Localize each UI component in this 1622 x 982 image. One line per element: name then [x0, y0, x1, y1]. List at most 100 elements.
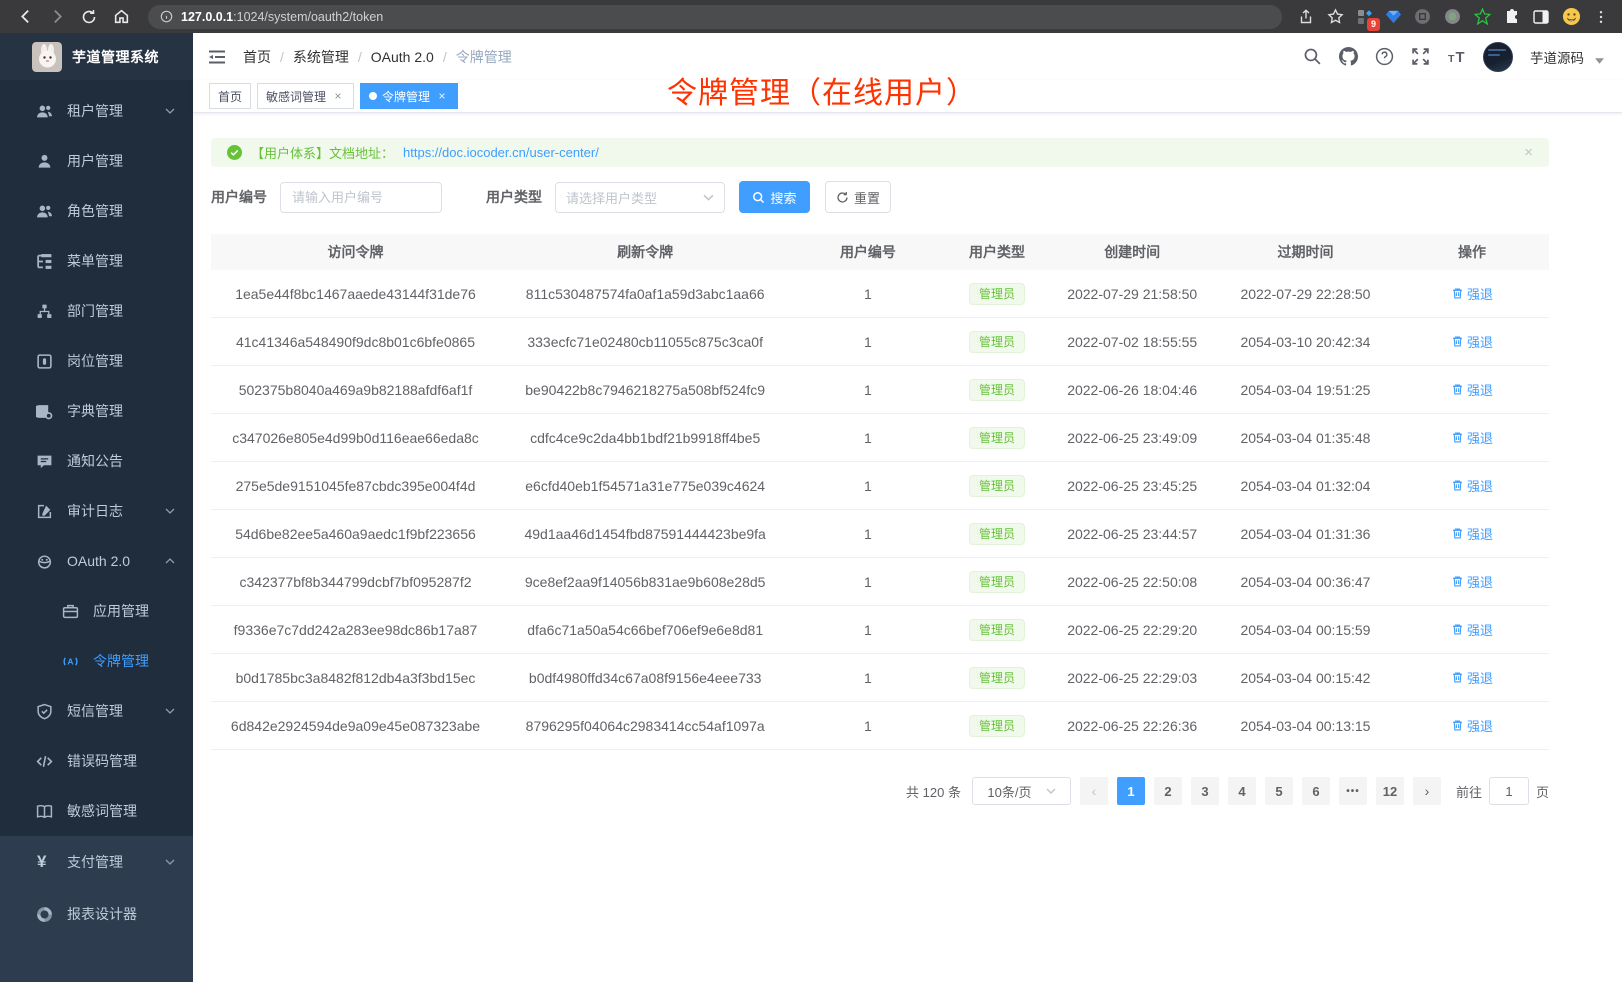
share-icon[interactable] [1298, 9, 1314, 25]
sidebar-item-error-codes[interactable]: 错误码管理 [0, 736, 193, 786]
breadcrumb-home[interactable]: 首页 [243, 47, 271, 67]
sidebar-item-sensitive-words[interactable]: 敏感词管理 [0, 786, 193, 836]
doc-link[interactable]: https://doc.iocoder.cn/user-center/ [403, 145, 599, 160]
force-logout-button[interactable]: 强退 [1451, 572, 1493, 591]
page-button-6[interactable]: 6 [1302, 777, 1330, 805]
search-button[interactable]: 搜索 [739, 181, 810, 213]
page-ellipsis-button[interactable]: ••• [1339, 777, 1367, 805]
help-icon[interactable] [1375, 47, 1394, 66]
tokens-table: 访问令牌 刷新令牌 用户编号 用户类型 创建时间 过期时间 操作 1ea5e44… [211, 234, 1549, 750]
github-icon[interactable] [1339, 47, 1358, 66]
browser-menu-icon[interactable] [1594, 10, 1608, 24]
created-time-cell: 2022-06-25 22:29:20 [1049, 622, 1216, 638]
sidebar-item-dictionary[interactable]: 字典管理 [0, 386, 193, 436]
sidebar-item-label: 部门管理 [67, 301, 123, 321]
page-button-4[interactable]: 4 [1228, 777, 1256, 805]
sidebar-item-roles[interactable]: 角色管理 [0, 186, 193, 236]
browser-forward-button[interactable] [44, 4, 70, 30]
prev-page-button[interactable]: ‹ [1080, 777, 1108, 805]
browser-back-button[interactable] [12, 4, 38, 30]
force-logout-button[interactable]: 强退 [1451, 668, 1493, 687]
access-token-cell: 54d6be82ee5a460a9aedc1f9bf223656 [211, 526, 500, 542]
sidebar-item-users[interactable]: 用户管理 [0, 136, 193, 186]
refresh-token-cell: e6cfd40eb1f54571a31e775e039c4624 [500, 478, 790, 494]
browser-home-button[interactable] [108, 4, 134, 30]
created-time-cell: 2022-06-25 22:26:36 [1049, 718, 1216, 734]
font-size-icon[interactable]: TT [1447, 47, 1466, 66]
username[interactable]: 芋道源码 [1530, 47, 1584, 67]
force-logout-button[interactable]: 强退 [1451, 332, 1493, 351]
sidebar-item-departments[interactable]: 部门管理 [0, 286, 193, 336]
next-page-button[interactable]: › [1413, 777, 1441, 805]
address-bar[interactable]: 127.0.0.1:1024/system/oauth2/token [148, 5, 1282, 29]
breadcrumb-oauth[interactable]: OAuth 2.0 [371, 49, 434, 65]
sidebar-toggle-icon[interactable] [1533, 9, 1549, 25]
force-logout-button[interactable]: 强退 [1451, 428, 1493, 447]
sidebar-item-app-management[interactable]: 应用管理 [0, 586, 193, 636]
page-size-select[interactable]: 10条/页 [972, 777, 1071, 805]
force-logout-label: 强退 [1467, 476, 1493, 495]
forward-arrow-icon [49, 8, 66, 25]
user-id-input[interactable] [280, 182, 442, 213]
command-extension-icon[interactable] [1414, 8, 1431, 25]
tab-sensitive-words[interactable]: 敏感词管理 × [257, 83, 354, 109]
actions-cell: 强退 [1395, 332, 1549, 351]
tab-close-icon[interactable]: × [331, 89, 345, 103]
fullscreen-icon[interactable] [1411, 47, 1430, 66]
page-button-12[interactable]: 12 [1376, 777, 1404, 805]
search-icon[interactable] [1303, 47, 1322, 66]
sidebar-item-posts[interactable]: 岗位管理 [0, 336, 193, 386]
sidebar-item-label: 审计日志 [67, 501, 123, 521]
expire-time-cell: 2022-07-29 22:28:50 [1216, 286, 1395, 302]
sidebar-item-token-management[interactable]: A 令牌管理 [0, 636, 193, 686]
goto-page-input[interactable] [1489, 777, 1529, 805]
alert-close-icon[interactable]: × [1524, 145, 1533, 160]
page-button-2[interactable]: 2 [1154, 777, 1182, 805]
sidebar-item-tenant[interactable]: 租户管理 [0, 86, 193, 136]
success-check-icon [227, 145, 242, 160]
page-button-3[interactable]: 3 [1191, 777, 1219, 805]
star-extension-icon[interactable] [1474, 8, 1491, 25]
user-type-select[interactable]: 请选择用户类型 [555, 182, 725, 213]
force-logout-button[interactable]: 强退 [1451, 476, 1493, 495]
trash-icon [1451, 671, 1464, 684]
sidebar-item-payment[interactable]: ¥ 支付管理 [0, 836, 193, 888]
created-time-cell: 2022-06-26 18:04:46 [1049, 382, 1216, 398]
breadcrumb-system[interactable]: 系统管理 [293, 47, 349, 67]
force-logout-label: 强退 [1467, 284, 1493, 303]
force-logout-button[interactable]: 强退 [1451, 716, 1493, 735]
page-button-5[interactable]: 5 [1265, 777, 1293, 805]
app-logo[interactable]: 芋道管理系统 [0, 33, 193, 80]
tab-close-icon[interactable]: × [435, 89, 449, 103]
dot-extension-icon[interactable] [1444, 8, 1461, 25]
puzzle-extension-icon[interactable] [1504, 9, 1520, 25]
tab-home[interactable]: 首页 [209, 83, 251, 109]
force-logout-button[interactable]: 强退 [1451, 524, 1493, 543]
sidebar-item-sms[interactable]: 短信管理 [0, 686, 193, 736]
user-avatar[interactable] [1483, 42, 1513, 72]
actions-cell: 强退 [1395, 668, 1549, 687]
caret-down-icon[interactable] [1595, 58, 1604, 64]
page-button-1[interactable]: 1 [1117, 777, 1145, 805]
sidebar-collapse-icon[interactable] [207, 47, 227, 67]
chevron-down-icon [165, 708, 175, 714]
sidebar-item-notices[interactable]: 通知公告 [0, 436, 193, 486]
extension-grid-icon[interactable]: 9 [1357, 9, 1373, 25]
sidebar-item-menus[interactable]: 菜单管理 [0, 236, 193, 286]
trash-icon [1451, 527, 1464, 540]
sidebar-item-audit-log[interactable]: 审计日志 [0, 486, 193, 536]
trash-icon [1451, 719, 1464, 732]
force-logout-button[interactable]: 强退 [1451, 284, 1493, 303]
force-logout-button[interactable]: 强退 [1451, 620, 1493, 639]
bookmark-star-icon[interactable] [1327, 8, 1344, 25]
gem-extension-icon[interactable] [1386, 9, 1401, 24]
sidebar-item-oauth2[interactable]: OAuth 2.0 [0, 536, 193, 586]
browser-reload-button[interactable] [76, 4, 102, 30]
tab-token-management[interactable]: 令牌管理 × [360, 83, 458, 109]
force-logout-button[interactable]: 强退 [1451, 380, 1493, 399]
profile-emoji-avatar[interactable] [1562, 7, 1581, 26]
user-type-badge: 管理员 [969, 523, 1025, 545]
reset-button[interactable]: 重置 [825, 181, 891, 213]
chevron-down-icon [703, 194, 714, 201]
sidebar-item-report-designer[interactable]: 报表设计器 [0, 888, 193, 940]
